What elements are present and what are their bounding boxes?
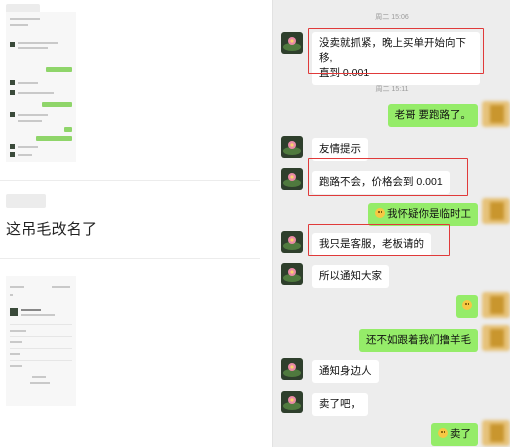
message-text: 我只是客服，老板请的 — [319, 238, 424, 250]
message-text: 所以通知大家 — [319, 270, 382, 282]
message-bubble[interactable]: 所以通知大家 — [312, 265, 389, 288]
sender-avatar-blurred — [482, 101, 510, 127]
post-avatar-placeholder — [6, 194, 46, 208]
profile-screenshot-thumbnail[interactable] — [6, 276, 76, 406]
sender-avatar-blurred — [482, 292, 510, 318]
sender-avatar-blurred — [482, 420, 510, 446]
smile-emoji-icon — [375, 208, 385, 218]
smile-emoji-icon — [438, 428, 448, 438]
message-bubble[interactable]: 跑路不会，价格会到 0.001 — [312, 171, 450, 194]
message-text: 卖了吧， — [319, 398, 361, 410]
message-bubble-sent[interactable]: 我怀疑你是临时工 — [368, 203, 478, 226]
post-text: 这吊毛改名了 — [6, 221, 98, 238]
contact-avatar[interactable] — [281, 391, 303, 413]
message-text: 还不如跟着我们撸羊毛 — [366, 334, 471, 346]
message-bubble[interactable]: 友情提示 — [312, 138, 368, 161]
sender-avatar-blurred — [482, 325, 510, 351]
message-text: 卖了 — [450, 428, 471, 440]
message-text: 直到 0.001 — [319, 67, 370, 79]
timestamp: 周二 15:11 — [375, 86, 409, 93]
message-text: 老哥 要跑路了。 — [394, 109, 471, 121]
message-bubble-sent[interactable]: 卖了 — [431, 423, 478, 446]
message-bubble-sent[interactable]: 还不如跟着我们撸羊毛 — [359, 329, 478, 352]
post-column: 这吊毛改名了 — [0, 0, 272, 447]
sender-avatar-blurred — [482, 198, 510, 224]
chat-screenshot: 周二 15:06 没卖就抓紧，晚上买单开始向下移, 直到 0.001 周二 15… — [272, 0, 510, 447]
contact-avatar[interactable] — [281, 168, 303, 190]
contact-avatar[interactable] — [281, 358, 303, 380]
message-text: 通知身边人 — [319, 365, 372, 377]
contact-avatar[interactable] — [281, 136, 303, 158]
post-divider — [0, 180, 260, 181]
message-text: 没卖就抓紧，晚上买单开始向下移, — [319, 37, 466, 64]
message-text: 我怀疑你是临时工 — [387, 208, 471, 220]
message-bubble[interactable]: 我只是客服，老板请的 — [312, 233, 431, 256]
contact-avatar[interactable] — [281, 32, 303, 54]
message-bubble-sent[interactable] — [456, 295, 478, 318]
message-text: 跑路不会，价格会到 0.001 — [319, 176, 443, 188]
post-divider — [0, 258, 260, 259]
chat-screenshot-thumbnail[interactable] — [6, 12, 76, 162]
smile-emoji-icon — [462, 300, 472, 310]
contact-avatar[interactable] — [281, 231, 303, 253]
contact-avatar[interactable] — [281, 263, 303, 285]
message-bubble[interactable]: 没卖就抓紧，晚上买单开始向下移, 直到 0.001 — [312, 32, 480, 85]
message-bubble[interactable]: 卖了吧， — [312, 393, 368, 416]
timestamp: 周二 15:06 — [375, 14, 409, 21]
message-text: 友情提示 — [319, 143, 361, 155]
message-bubble-sent[interactable]: 老哥 要跑路了。 — [387, 104, 478, 127]
message-bubble[interactable]: 通知身边人 — [312, 360, 379, 383]
